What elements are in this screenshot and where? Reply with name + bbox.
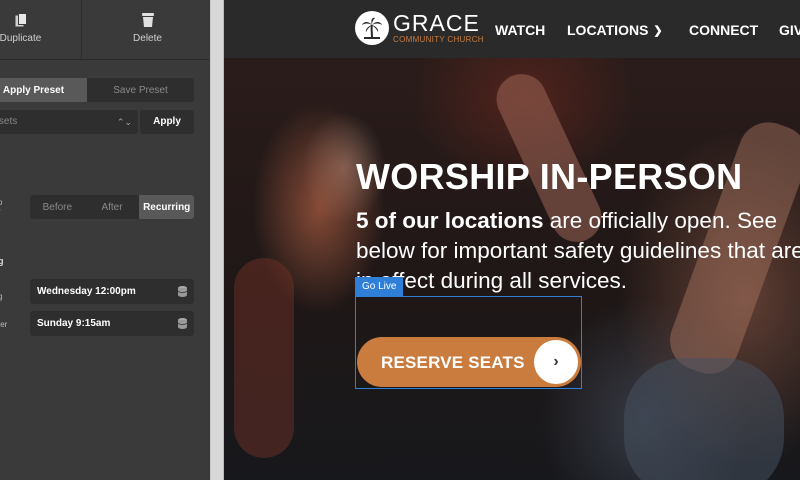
nav-locations[interactable]: LOCATIONS ❯ — [567, 22, 663, 38]
nav-give[interactable]: GIV — [779, 22, 800, 38]
preset-select-value: resets — [0, 116, 18, 127]
crowd-silhouette — [624, 358, 784, 480]
site-logo[interactable]: GRACE COMMUNITY CHURCH — [355, 11, 484, 45]
delete-button[interactable]: Delete — [85, 0, 210, 60]
trash-icon — [141, 13, 154, 27]
nav-connect[interactable]: CONNECT — [689, 22, 758, 38]
updown-icon: ⌃⌄ — [116, 117, 132, 127]
editor-panel: Duplicate Delete Apply Preset Save Prese… — [0, 0, 210, 480]
section-label: g — [0, 256, 4, 266]
selection-outline[interactable]: Go Live — [355, 277, 582, 389]
site-preview: GRACE COMMUNITY CHURCH WATCH LOCATIONS ❯ … — [224, 0, 800, 480]
after-tab[interactable]: After — [85, 195, 140, 219]
apply-button[interactable]: Apply — [140, 110, 194, 134]
timing-label-a: o — [0, 198, 3, 207]
duplicate-label: Duplicate — [0, 33, 42, 44]
delete-label: Delete — [133, 33, 162, 44]
field1-label: g — [0, 292, 3, 301]
logo-subtitle: COMMUNITY CHURCH — [393, 35, 484, 44]
timing-label-b: r — [0, 207, 1, 216]
palm-tree-icon — [355, 11, 389, 45]
duplicate-button[interactable]: Duplicate — [0, 0, 82, 60]
timing-tabs: Before After Recurring — [30, 195, 194, 219]
schedule-field-2[interactable]: Sunday 9:15am — [30, 311, 194, 336]
schedule-field-2-value: Sunday 9:15am — [37, 318, 111, 329]
before-tab[interactable]: Before — [30, 195, 85, 219]
database-icon — [178, 318, 187, 329]
database-icon — [178, 286, 187, 297]
nav-watch[interactable]: WATCH — [495, 22, 545, 38]
go-live-tag[interactable]: Go Live — [355, 277, 404, 296]
panel-resize-handle[interactable] — [210, 0, 224, 480]
save-preset-tab[interactable]: Save Preset — [87, 78, 194, 102]
site-navbar: GRACE COMMUNITY CHURCH WATCH LOCATIONS ❯ … — [224, 0, 800, 58]
schedule-field-1-value: Wednesday 12:00pm — [37, 286, 136, 297]
logo-name: GRACE — [393, 10, 480, 36]
duplicate-icon — [15, 13, 27, 27]
schedule-field-1[interactable]: Wednesday 12:00pm — [30, 279, 194, 304]
crowd-silhouette — [234, 258, 294, 458]
nav-locations-label: LOCATIONS — [567, 22, 649, 38]
chevron-down-icon: ❯ — [653, 25, 663, 37]
preset-select[interactable]: resets ⌃⌄ — [0, 110, 138, 134]
preset-tabs: Apply Preset Save Preset — [0, 78, 194, 102]
field2-label: ter — [0, 320, 8, 329]
recurring-tab[interactable]: Recurring — [139, 195, 194, 219]
hero-body: 5 of our locations are officially open. … — [356, 206, 800, 296]
hero-title: WORSHIP IN-PERSON — [356, 156, 743, 197]
apply-preset-tab[interactable]: Apply Preset — [0, 78, 87, 102]
editor-toolbar: Duplicate Delete — [0, 0, 210, 60]
hero-body-bold: 5 of our locations — [356, 208, 544, 233]
